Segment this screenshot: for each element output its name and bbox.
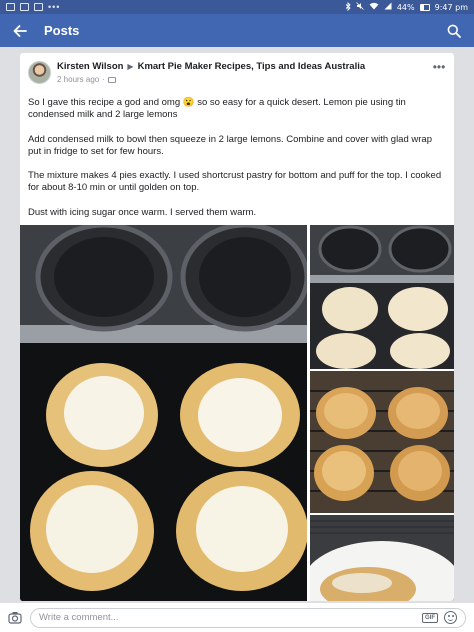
- baked-pies-on-cooling-rack-photo[interactable]: [310, 371, 454, 513]
- image-notification-icon: [20, 3, 29, 11]
- post-text: So I gave this recipe a god and omg 😮 so…: [20, 93, 454, 219]
- post-timestamp[interactable]: 2 hours ago: [57, 75, 99, 84]
- group-privacy-icon: [107, 76, 116, 83]
- battery-percent: 44%: [396, 2, 415, 12]
- mute-icon: [356, 2, 364, 12]
- app-bar: Posts: [0, 14, 474, 47]
- separator: ·: [102, 75, 105, 84]
- camera-icon[interactable]: [8, 611, 22, 625]
- battery-icon: [419, 3, 430, 11]
- gif-icon[interactable]: GIF: [422, 612, 438, 623]
- status-bar: ••• 44% 9:47 pm: [0, 0, 474, 14]
- post-paragraph: So I gave this recipe a god and omg 😮 so…: [28, 97, 406, 121]
- email-notification-icon: [34, 3, 43, 11]
- notification-icons: •••: [6, 2, 61, 12]
- pie-maker-with-closed-pies-photo[interactable]: [310, 225, 454, 369]
- post-meta: 2 hours ago ·: [57, 75, 432, 84]
- cell-signal-icon: [384, 2, 392, 12]
- more-options-icon[interactable]: •••: [432, 61, 446, 73]
- system-status: 44% 9:47 pm: [345, 1, 468, 13]
- search-icon[interactable]: [444, 21, 464, 41]
- author-line: Kirsten Wilson ▶ Kmart Pie Maker Recipes…: [57, 61, 432, 73]
- post-paragraph: Add condensed milk to bowl then squeeze …: [28, 133, 432, 157]
- wifi-icon: [369, 2, 379, 12]
- group-name[interactable]: Kmart Pie Maker Recipes, Tips and Ideas …: [138, 61, 366, 73]
- page-title: Posts: [44, 23, 80, 38]
- arrow-right-icon: ▶: [127, 62, 134, 71]
- post-header: Kirsten Wilson ▶ Kmart Pie Maker Recipes…: [20, 53, 454, 93]
- comment-input[interactable]: Write a comment... GIF: [30, 607, 466, 628]
- back-arrow-icon[interactable]: [10, 21, 30, 41]
- photo-grid: [20, 225, 454, 601]
- facebook-notification-icon: [6, 3, 15, 11]
- comment-placeholder: Write a comment...: [39, 612, 119, 623]
- post-header-text: Kirsten Wilson ▶ Kmart Pie Maker Recipes…: [57, 61, 432, 84]
- clock: 9:47 pm: [434, 2, 468, 12]
- comment-bar: Write a comment... GIF: [0, 602, 474, 632]
- avatar[interactable]: [28, 61, 51, 84]
- post-paragraph: The mixture makes 4 pies exactly. I used…: [28, 170, 442, 194]
- pie-maker-with-lemon-filling-photo[interactable]: [20, 225, 307, 601]
- emoji-icon[interactable]: [444, 611, 457, 624]
- post-paragraph: Dust with icing sugar once warm. I serve…: [28, 206, 257, 218]
- more-notifications-icon: •••: [48, 2, 61, 12]
- author-name[interactable]: Kirsten Wilson: [57, 61, 123, 73]
- post-card: Kirsten Wilson ▶ Kmart Pie Maker Recipes…: [20, 53, 454, 601]
- bluetooth-icon: [345, 1, 351, 13]
- pie-on-plate-photo[interactable]: [310, 515, 454, 601]
